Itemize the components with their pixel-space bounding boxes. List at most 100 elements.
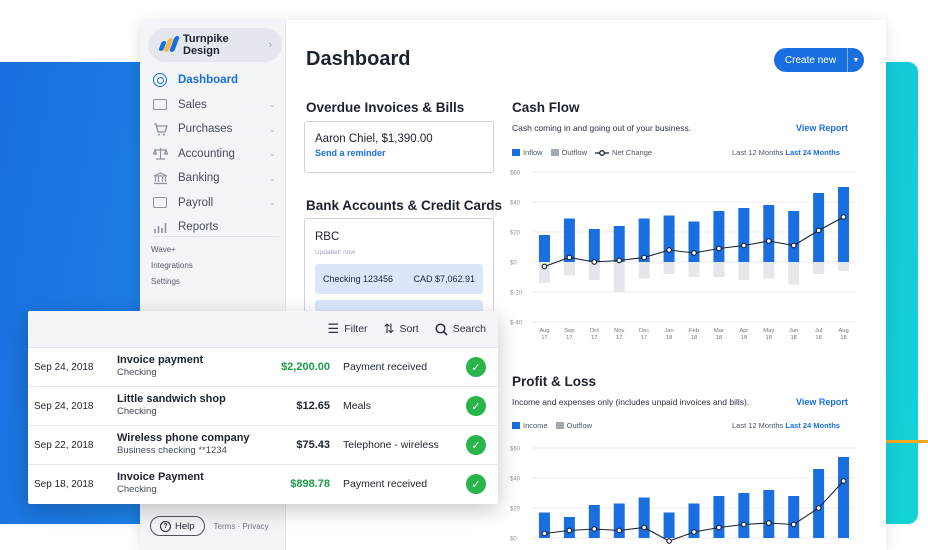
net-change-point [815, 227, 822, 234]
txn-category[interactable]: Meals [343, 400, 371, 412]
x-tick-label: Dec [639, 328, 649, 334]
txn-title: Invoice Payment [117, 471, 204, 483]
x-tick-year: 17 [616, 335, 622, 341]
inflow-bar [788, 496, 800, 538]
search-button[interactable]: Search [435, 322, 486, 336]
pnl-chart: $60 $40 $20 $0 [510, 447, 856, 544]
net-change-point [591, 259, 598, 265]
sidebar-item-sales[interactable]: Sales ⌄ [152, 93, 280, 118]
bank-account-row[interactable]: Checking 123456 CAD $7,062.91 [315, 264, 483, 294]
terms-privacy-link[interactable]: Terms · Privacy [214, 522, 269, 531]
legend-net-change: Net Change [595, 148, 652, 157]
y-tick-label: $-40 [510, 321, 523, 327]
create-new-label: Create new [784, 54, 837, 66]
x-tick-label: Oct [590, 328, 599, 334]
check-circle-icon[interactable]: ✓ [466, 396, 486, 416]
chevron-down-icon: ⌄ [268, 148, 276, 159]
transactions-list: Sep 24, 2018 Invoice payment Checking $2,20… [28, 347, 498, 503]
sidebar-link-integrations[interactable]: Integrations [151, 258, 193, 274]
sort-button[interactable]: ⇅ Sort [384, 321, 419, 337]
net-change-point [641, 524, 648, 531]
sidebar-item-label: Payroll [178, 196, 214, 209]
sidebar-item-purchases[interactable]: Purchases ⌄ [152, 117, 280, 142]
inflow-bar [588, 505, 600, 538]
sidebar-link-wave-plus[interactable]: Wave+ [151, 242, 193, 258]
range-24-months[interactable]: Last 24 Months [785, 148, 840, 157]
net-change-point [666, 247, 672, 253]
send-reminder-link[interactable]: Send a reminder [315, 148, 483, 158]
sidebar-link-settings[interactable]: Settings [151, 274, 193, 290]
y-tick-label: $40 [510, 477, 521, 483]
txn-title: Little sandwich shop [117, 393, 226, 405]
dashboard-icon [152, 73, 168, 88]
outflow-bar [738, 262, 750, 280]
table-row[interactable]: Sep 24, 2018 Invoice payment Checking $2,20… [28, 347, 498, 386]
cashflow-range: Last 12 Months Last 24 Months [732, 148, 840, 157]
sort-label: Sort [399, 323, 419, 335]
check-circle-icon[interactable]: ✓ [466, 357, 486, 377]
outflow-bar [788, 262, 800, 285]
sidebar-item-payroll[interactable]: Payroll ⌄ [152, 191, 280, 216]
table-row[interactable]: Sep 24, 2018 Little sandwich shop Checking… [28, 386, 498, 425]
outflow-bar [713, 262, 725, 277]
range-24-months[interactable]: Last 24 Months [785, 421, 840, 430]
business-switcher[interactable]: Turnpike Design › [148, 28, 282, 62]
inflow-bar [638, 497, 650, 538]
sidebar-item-label: Reports [178, 221, 219, 234]
x-tick-year: 18 [815, 335, 821, 341]
account-name: Checking 123456 [323, 274, 394, 284]
question-icon: ? [160, 520, 171, 532]
net-change-point [616, 527, 623, 534]
x-tick-year: 18 [790, 335, 796, 341]
inflow-bar [738, 208, 750, 262]
range-12-months[interactable]: Last 12 Months [732, 421, 783, 430]
create-new-button[interactable]: Create new ▼ [774, 48, 864, 72]
txn-amount: $12.65 [296, 400, 330, 412]
x-tick-year: 17 [641, 335, 647, 341]
check-circle-icon[interactable]: ✓ [466, 435, 486, 455]
check-circle-icon[interactable]: ✓ [466, 474, 486, 494]
y-tick-label: $20 [510, 507, 521, 513]
net-change-point [740, 242, 747, 249]
caret-down-icon[interactable]: ▼ [847, 48, 864, 72]
y-tick-label: $60 [510, 447, 521, 453]
inflow-bar [838, 187, 850, 262]
sidebar-links: Wave+ Integrations Settings [151, 242, 193, 290]
txn-category[interactable]: Telephone - wireless [343, 439, 439, 451]
net-change-point [591, 526, 598, 532]
net-change-point [840, 214, 847, 220]
sidebar-item-label: Dashboard [178, 74, 239, 87]
net-change-point [691, 529, 697, 535]
txn-description: Wireless phone company Business checking … [117, 432, 250, 456]
sidebar-item-banking[interactable]: Banking ⌄ [152, 166, 280, 191]
outflow-bar [813, 262, 825, 274]
txn-category[interactable]: Payment received [343, 361, 427, 373]
bank-icon [152, 171, 168, 185]
x-tick-label: Nov [614, 328, 624, 334]
cashflow-view-report-link[interactable]: View Report [796, 123, 848, 133]
search-label: Search [452, 323, 486, 335]
txn-date: Sep 18, 2018 [34, 478, 94, 490]
legend-inflow: Inflow [512, 148, 543, 157]
x-tick-label: Mar [714, 328, 724, 334]
bank-updated: Updated: now [315, 249, 356, 256]
inflow-bar [713, 211, 725, 262]
sidebar-item-dashboard[interactable]: Dashboard [152, 68, 280, 93]
sales-icon [152, 98, 168, 112]
sidebar-item-label: Purchases [178, 123, 233, 136]
txn-category[interactable]: Payment received [343, 478, 427, 490]
table-row[interactable]: Sep 22, 2018 Wireless phone company Busine… [28, 425, 498, 464]
x-tick-year: 17 [591, 335, 597, 341]
chevron-down-icon: ⌄ [268, 172, 276, 183]
sidebar-divider [151, 236, 279, 237]
net-change-point [716, 245, 722, 252]
pnl-view-report-link[interactable]: View Report [796, 397, 848, 407]
help-button[interactable]: ? Help [150, 516, 205, 536]
pnl-description: Income and expenses only (includes unpai… [512, 397, 750, 407]
inflow-bar [538, 235, 550, 262]
filter-button[interactable]: ☰ Filter [328, 321, 368, 337]
sidebar-item-accounting[interactable]: Accounting ⌄ [152, 142, 280, 167]
range-12-months[interactable]: Last 12 Months [732, 148, 783, 157]
table-row[interactable]: Sep 18, 2018 Invoice Payment Checking $898.… [28, 464, 498, 503]
x-tick-year: 17 [541, 335, 547, 341]
